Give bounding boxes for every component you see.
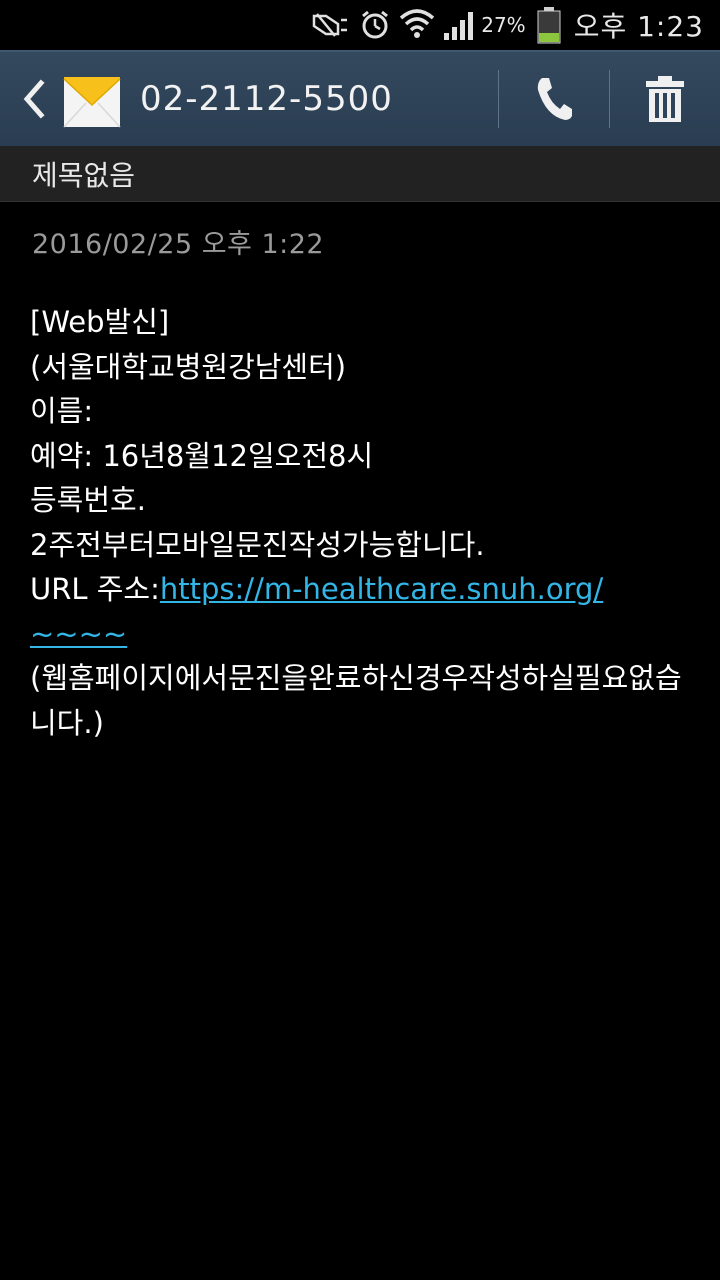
wifi-icon — [399, 8, 435, 42]
back-icon — [23, 79, 45, 119]
delete-button[interactable] — [610, 51, 720, 147]
message-line: 예약: 16년8월12일오전8시 — [30, 438, 374, 473]
status-bar: 27% 오후 1:23 — [0, 0, 720, 50]
action-bar: 02-2112-5500 — [0, 50, 720, 146]
message-line: 등록번호. — [30, 483, 146, 517]
signal-icon — [443, 9, 477, 41]
battery-icon — [536, 6, 562, 44]
back-button[interactable] — [8, 51, 60, 147]
alarm-icon — [359, 9, 391, 41]
message-date: 2016/02/25 오후 1:22 — [32, 229, 325, 260]
message-line: [Web발신] — [30, 305, 170, 339]
message-url-line: URL 주소:https://m-healthcare.snuh.org/ — [30, 567, 700, 612]
clock-time: 오후 1:23 — [573, 10, 704, 43]
message-line: 2주전부터모바일문진작성가능합니다. — [30, 527, 485, 562]
envelope-icon — [62, 69, 122, 129]
message-line: (웹홈페이지에서문진을완료하신경우작성하실필요없습니다.) — [30, 661, 682, 740]
message-line: 이름: — [30, 394, 94, 428]
phone-icon — [537, 78, 572, 120]
trash-icon — [646, 76, 684, 122]
mute-icon — [311, 10, 351, 40]
subject-bar: 제목없음 — [0, 146, 720, 202]
url-label: URL 주소: — [30, 572, 160, 606]
call-button[interactable] — [499, 51, 609, 147]
message-line: (서울대학교병원강남센터) — [30, 349, 347, 384]
message-url-line: ~~~~ — [30, 612, 700, 657]
url-link[interactable]: https://m-healthcare.snuh.org/ — [160, 572, 603, 606]
contact-number: 02-2112-5500 — [140, 79, 393, 119]
message-body: [Web발신] (서울대학교병원강남센터) 이름: 예약: 16년8월12일오전… — [30, 300, 700, 745]
url-link-continuation[interactable]: ~~~~ — [30, 617, 127, 651]
battery-percent: 27% — [481, 13, 526, 37]
